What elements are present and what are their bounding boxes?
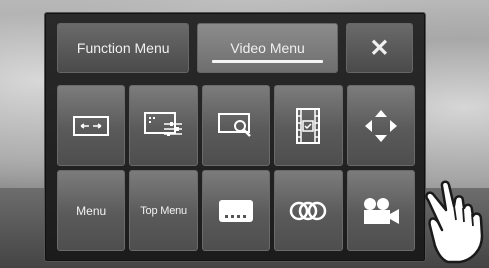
menu-panel: Function Menu Video Menu ✕ Menu Top Menu [44,12,426,262]
picture-adjust-button[interactable] [129,85,198,166]
video-menu-grid: Menu Top Menu [57,85,415,251]
camera-angle-icon [363,197,399,224]
tab-video-menu[interactable]: Video Menu [197,23,338,73]
film-clip-button[interactable] [274,85,343,166]
picture-adjust-icon [143,111,182,136]
top-menu-button-label: Top Menu [140,204,187,217]
angle-button[interactable] [346,170,415,251]
aspect-ratio-button[interactable] [57,85,126,166]
audio-channel-icon [290,201,327,220]
cursor-button[interactable] [346,85,415,166]
menu-button-label: Menu [76,203,107,218]
tab-bar: Function Menu Video Menu ✕ [57,23,413,73]
zoom-icon [217,112,251,137]
close-button[interactable]: ✕ [345,23,413,73]
subtitle-icon [218,199,253,222]
tab-function-menu-label: Function Menu [76,40,170,56]
top-menu-button[interactable]: Top Menu [129,170,198,251]
tab-video-menu-label: Video Menu [230,40,305,56]
subtitle-button[interactable] [201,170,271,251]
zoom-button[interactable] [201,85,271,166]
film-clip-icon [296,107,321,144]
pointing-hand-icon [425,180,484,264]
cursor-arrows-icon [364,109,397,142]
close-icon: ✕ [369,34,390,62]
active-tab-underline [212,60,323,63]
audio-button[interactable] [274,170,343,251]
tab-function-menu[interactable]: Function Menu [57,23,190,73]
aspect-ratio-icon [73,115,110,136]
menu-button[interactable]: Menu [57,170,126,251]
